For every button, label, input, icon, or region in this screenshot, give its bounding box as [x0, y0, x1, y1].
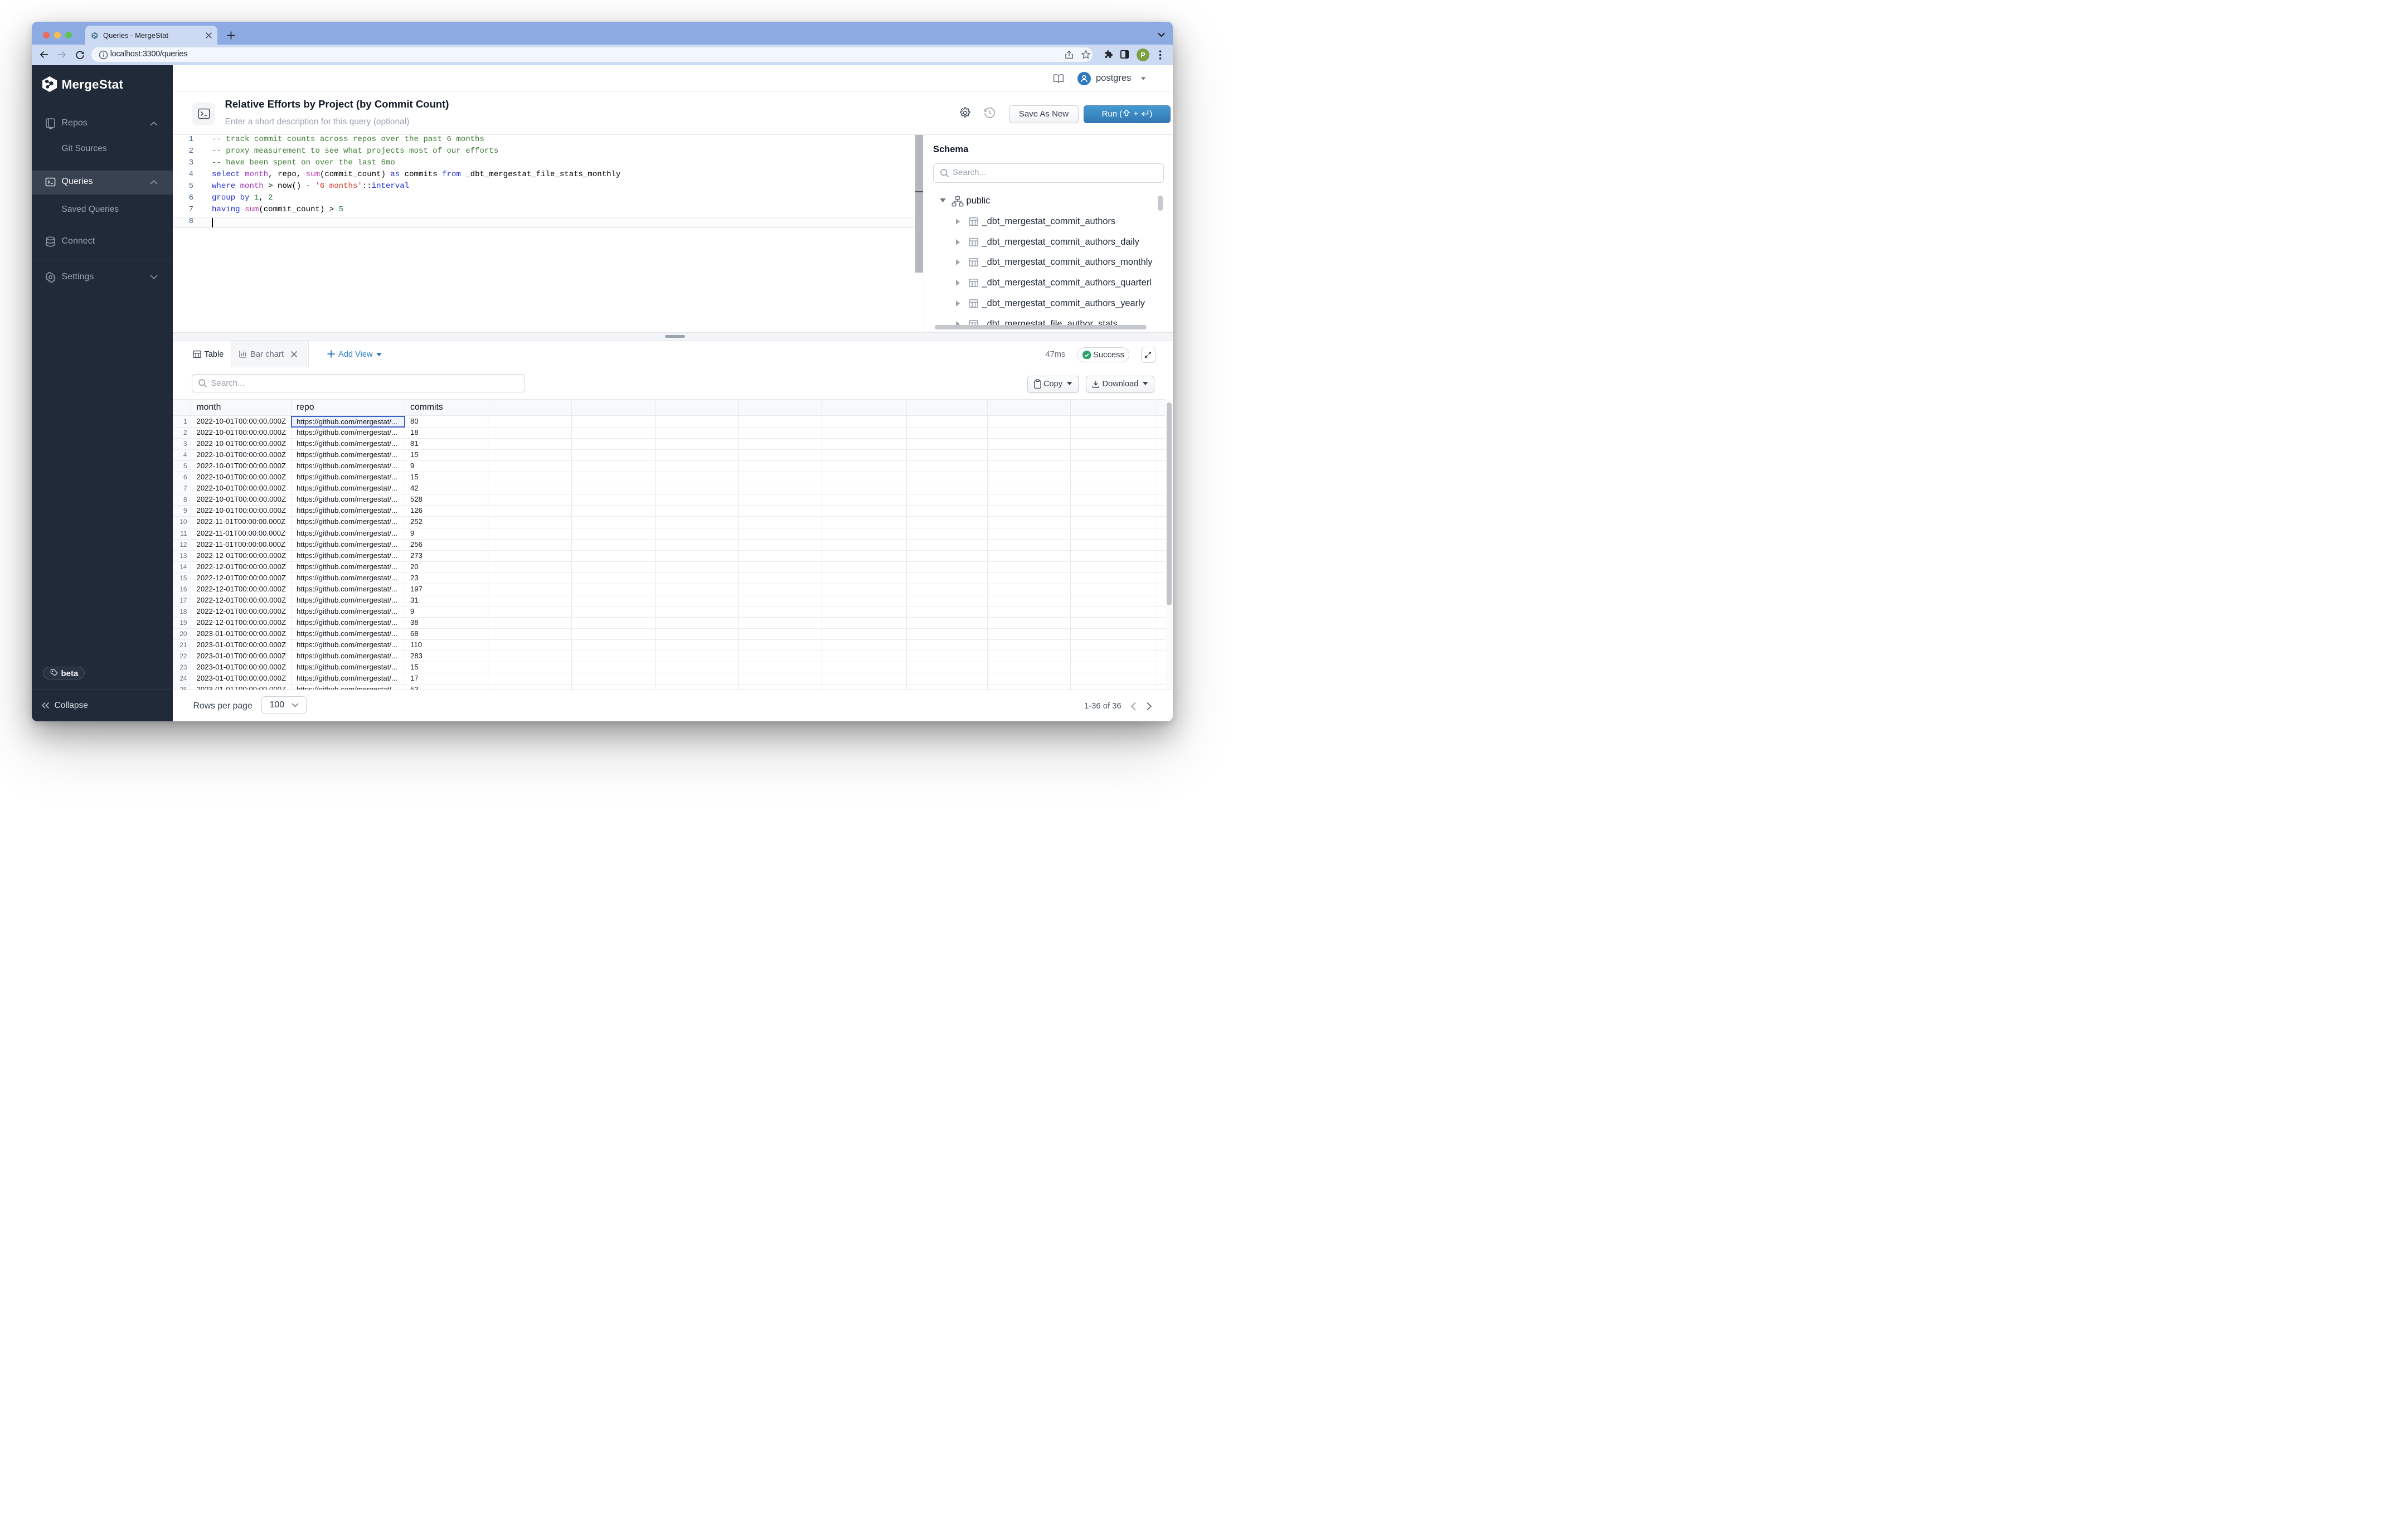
svg-text:P: P [1140, 51, 1145, 59]
